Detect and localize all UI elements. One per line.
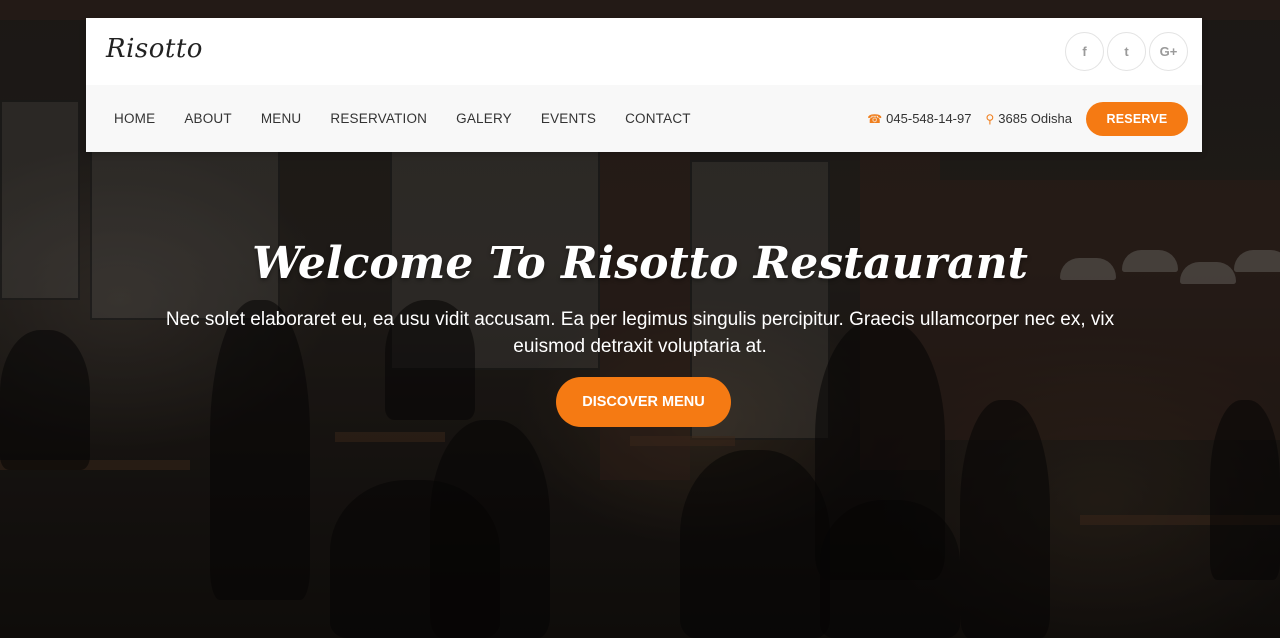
twitter-icon[interactable]: t [1107, 32, 1146, 71]
site-logo[interactable]: Risotto [106, 34, 203, 64]
hero-title: Welcome To Risotto Restaurant [252, 238, 1028, 289]
map-marker-icon: ⚲ [985, 111, 995, 126]
nav-item-galery[interactable]: GALERY [456, 111, 512, 126]
location-text: 3685 Odisha [998, 111, 1072, 126]
header-top-bar: Risotto f t G+ [86, 18, 1202, 85]
nav-item-reservation[interactable]: RESERVATION [330, 111, 427, 126]
social-links: f t G+ [1065, 32, 1188, 71]
nav-item-events[interactable]: EVENTS [541, 111, 596, 126]
discover-menu-button[interactable]: DISCOVER MENU [556, 377, 731, 427]
nav-item-menu[interactable]: MENU [261, 111, 302, 126]
phone-contact[interactable]: ☎ 045-548-14-97 [867, 111, 971, 126]
nav-item-contact[interactable]: CONTACT [625, 111, 691, 126]
phone-icon: ☎ [867, 111, 883, 126]
nav-menu: HOME ABOUT MENU RESERVATION GALERY EVENT… [114, 85, 720, 152]
nav-item-home[interactable]: HOME [114, 111, 155, 126]
nav-item-about[interactable]: ABOUT [184, 111, 232, 126]
header-contact-area: ☎ 045-548-14-97 ⚲ 3685 Odisha RESERVE [867, 85, 1188, 152]
hero-subtitle: Nec solet elaboraret eu, ea usu vidit ac… [165, 309, 1115, 357]
reserve-button[interactable]: RESERVE [1086, 101, 1188, 136]
location-contact: ⚲ 3685 Odisha [985, 111, 1072, 126]
google-plus-icon[interactable]: G+ [1149, 32, 1188, 71]
phone-number: 045-548-14-97 [886, 111, 972, 126]
site-header: Risotto f t G+ HOME ABOUT MENU RESERVATI… [86, 18, 1202, 152]
main-navigation: HOME ABOUT MENU RESERVATION GALERY EVENT… [86, 85, 1202, 152]
facebook-icon[interactable]: f [1065, 32, 1104, 71]
